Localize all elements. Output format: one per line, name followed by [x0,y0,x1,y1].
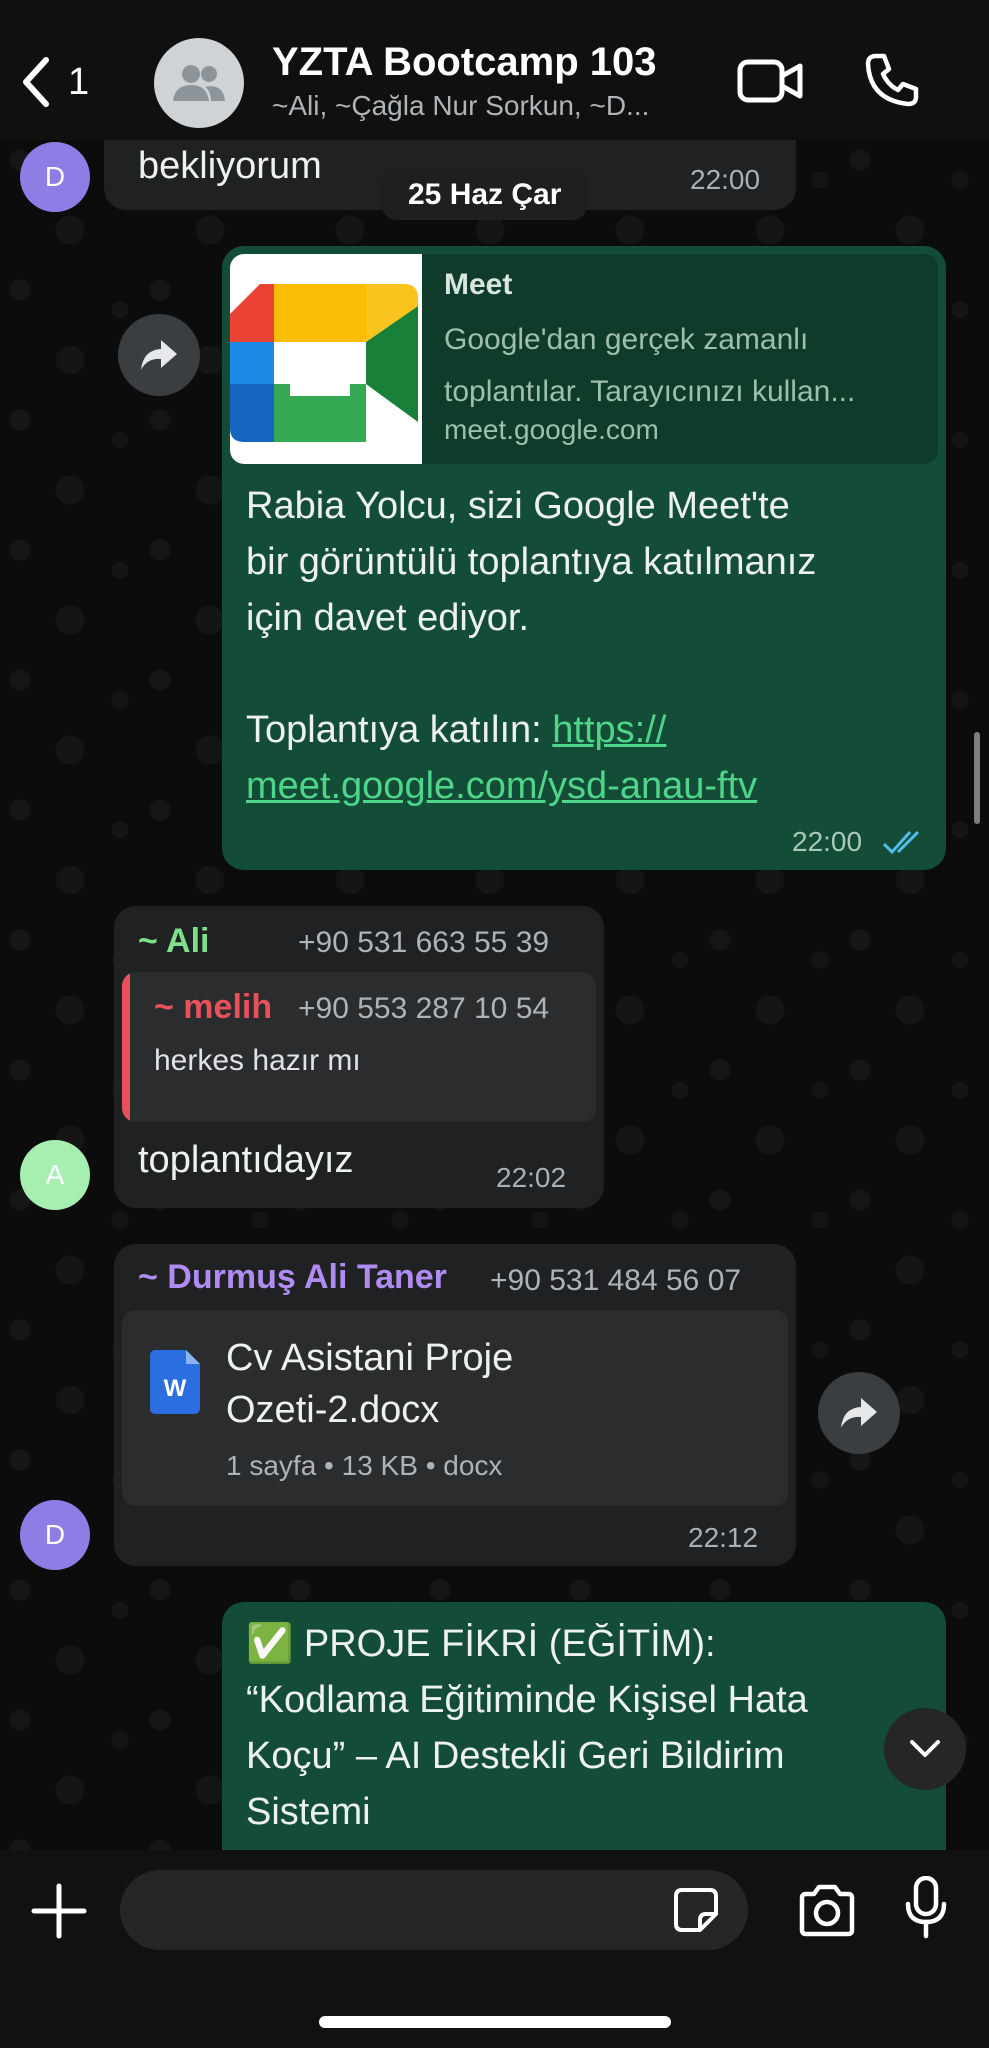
quoted-text: herkes hazır mı [154,1044,361,1077]
text-line: için davet ediyor. [246,597,530,639]
forward-arrow-icon [141,340,177,370]
group-icon [173,65,225,101]
sender-name[interactable]: ~ Ali [138,922,210,961]
quoted-message[interactable]: ~ melih +90 553 287 10 54 herkes hazır m… [122,972,596,1122]
meet-link[interactable]: https:// [552,709,666,751]
meet-link[interactable]: meet.google.com/ysd-anau-ftv [246,765,757,807]
scrollbar[interactable] [974,732,980,824]
text-line: “Kodlama Eğitiminde Kişisel Hata [246,1679,808,1721]
avatar[interactable]: D [20,1500,90,1570]
message-time: 22:02 [496,1162,567,1193]
back-button[interactable]: 1 [18,52,108,112]
message-bubble-outgoing[interactable]: Meet Google'dan gerçek zamanlı toplantıl… [222,246,946,870]
video-camera-icon [737,59,803,103]
sticker-icon[interactable] [672,1886,720,1934]
home-indicator [319,2016,671,2028]
document-name-line: Cv Asistani Proje [226,1337,514,1379]
text-line: Rabia Yolcu, sizi Google Meet'te [246,485,790,527]
microphone-icon[interactable] [904,1876,948,1940]
google-meet-logo [230,254,422,464]
link-description: Google'dan gerçek zamanlı toplantılar. T… [444,323,856,408]
voice-call-button[interactable] [862,50,922,110]
quoted-sender-phone: +90 553 287 10 54 [298,992,550,1025]
chevron-down-icon [910,1740,940,1757]
link-preview-card[interactable]: Meet Google'dan gerçek zamanlı toplantıl… [230,254,938,464]
document-name-line: Ozeti-2.docx [226,1389,440,1431]
sender-phone: +90 531 484 56 07 [490,1264,742,1297]
group-avatar[interactable] [154,38,244,128]
message-text: toplantıdayız [138,1139,354,1181]
phone-icon [865,53,919,107]
avatar[interactable]: D [20,142,90,212]
text-line: ✅ PROJE FİKRİ (EĞİTİM): [246,1623,716,1665]
link-title: Meet [444,268,513,301]
group-members[interactable]: ~Ali, ~Çağla Nur Sorkun, ~D... [272,90,712,122]
document-attachment[interactable]: W Cv Asistani Proje Ozeti-2.docx 1 sayfa… [122,1310,788,1506]
text-line: Sistemi [246,1791,371,1833]
message-time: 22:12 [688,1522,759,1553]
sender-name[interactable]: ~ Durmuş Ali Taner [138,1258,447,1297]
chevron-left-icon [23,57,49,107]
chat-header: 1 YZTA Bootcamp 103 ~Ali, ~Çağla Nur Sor… [0,0,989,140]
forward-button[interactable] [118,314,200,396]
link-domain: meet.google.com [444,414,659,445]
message-time: 22:00 [690,164,761,195]
forward-arrow-icon [841,1398,877,1428]
text-line: bir görüntülü toplantıya katılmanız [246,541,817,583]
avatar[interactable]: A [20,1140,90,1210]
sender-phone: +90 531 663 55 39 [298,926,550,959]
document-name: Cv Asistani Proje Ozeti-2.docx [226,1332,513,1436]
plus-icon[interactable] [28,1880,90,1942]
message-text: Rabia Yolcu, sizi Google Meet'te bir gör… [246,478,936,814]
video-call-button[interactable] [736,56,804,106]
quote-accent-bar [122,972,130,1122]
message-text: bekliyorum [138,145,322,187]
join-label: Toplantıya katılın: [246,709,553,751]
message-bubble-incoming[interactable]: ~ Durmuş Ali Taner +90 531 484 56 07 W C… [114,1244,796,1566]
group-title[interactable]: YZTA Bootcamp 103 [272,40,657,85]
message-time: 22:00 [792,826,863,857]
scroll-to-bottom-button[interactable] [884,1708,966,1790]
word-document-icon: W [150,1350,200,1414]
message-bubble-outgoing[interactable]: ✅ PROJE FİKRİ (EĞİTİM): “Kodlama Eğitimi… [222,1602,946,1862]
read-receipt-icon [882,830,920,855]
document-meta: 1 sayfa • 13 KB • docx [226,1450,503,1481]
camera-icon[interactable] [796,1882,858,1938]
message-input[interactable] [120,1870,748,1950]
text-line: Koçu” – AI Destekli Geri Bildirim [246,1735,785,1777]
message-text: ✅ PROJE FİKRİ (EĞİTİM): “Kodlama Eğitimi… [246,1616,936,1840]
quoted-sender-name: ~ melih [154,988,273,1026]
unread-count: 1 [68,60,90,103]
message-bubble-incoming[interactable]: ~ Ali +90 531 663 55 39 ~ melih +90 553 … [114,906,604,1208]
date-separator: 25 Haz Çar [382,170,588,220]
svg-text:W: W [164,1375,187,1402]
forward-button[interactable] [818,1372,900,1454]
composer-bar [0,1850,989,2048]
